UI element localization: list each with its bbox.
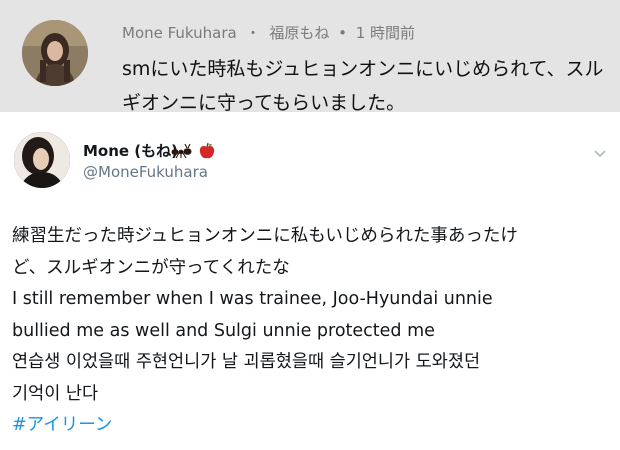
reply-dot: • [338, 24, 347, 42]
reply-avatar[interactable] [22, 20, 88, 86]
apple-icon [199, 142, 215, 158]
reply-text: smにいた時私もジュヒョンオンニにいじめられて、スルギオンニに守ってもらいました… [122, 58, 604, 114]
name-emojis [171, 140, 216, 160]
chevron-down-icon[interactable] [593, 148, 607, 158]
reply-panel: Mone Fukuhara ・ 福原もね • 1 時間前 smにいた時私もジュヒ… [0, 0, 620, 114]
tweet-text: 練習生だった時ジュヒョンオンニに私もいじめられた事あったけ ど、スルギオンニが守… [12, 221, 612, 442]
reply-header: Mone Fukuhara ・ 福原もね • 1 時間前 [122, 22, 419, 43]
reply-time[interactable]: 1 時間前 [356, 24, 415, 42]
tweet-text-line: bullied me as well and Sulgi unnie prote… [12, 320, 435, 341]
tweet-text-line: 기억이 난다 [12, 383, 99, 404]
tweet-handle[interactable]: @MoneFukuhara [83, 163, 208, 181]
tweet-text-line: 練習生だった時ジュヒョンオンニに私もいじめられた事あったけ [12, 226, 518, 246]
tweet-avatar[interactable] [14, 132, 70, 188]
tweet-text-line: ど、スルギオンニが守ってくれたな [12, 257, 290, 278]
tweet-text-line: 연습생 이었을때 주현언니가 날 괴롭혔을때 슬기언니가 도와졌던 [12, 352, 481, 372]
tweet-display-name[interactable]: Mone (もね) [83, 140, 178, 161]
reply-alt-name: 福原もね [269, 24, 330, 42]
hashtag-link[interactable]: #アイリーン [12, 410, 612, 442]
reply-display-name[interactable]: Mone Fukuhara [122, 24, 237, 42]
ant-icon [171, 143, 192, 158]
tweet-text-line: I still remember when I was trainee, Joo… [12, 289, 493, 309]
reply-separator: ・ [245, 24, 261, 42]
divider [0, 112, 620, 118]
